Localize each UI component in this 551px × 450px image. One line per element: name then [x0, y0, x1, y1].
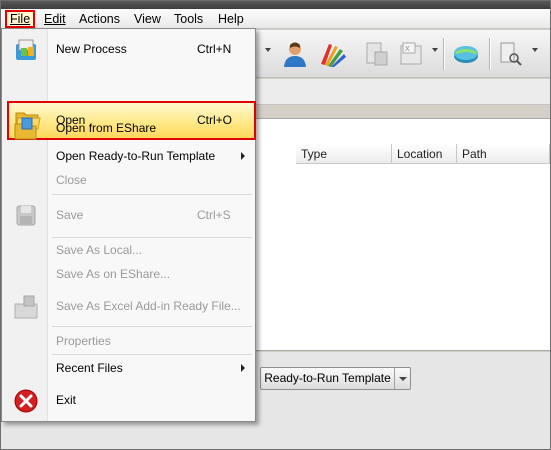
excel-dropdown-arrow-icon[interactable]	[432, 48, 438, 52]
chevron-down-icon[interactable]	[394, 368, 410, 389]
toolbar-separator	[443, 38, 444, 70]
menu-separator	[52, 194, 252, 195]
menu-actions[interactable]: Actions	[76, 10, 123, 28]
menu-item-close[interactable]: Close	[2, 168, 255, 192]
ready-to-run-template-button[interactable]: Ready-to-Run Template	[260, 367, 411, 390]
open-from-eshare-label: Open from EShare	[56, 121, 157, 135]
database-icon[interactable]	[452, 40, 480, 68]
menu-item-recent-files[interactable]: Recent Files	[2, 356, 255, 380]
save-icon	[16, 205, 36, 226]
menu-file-label: File	[10, 12, 31, 26]
menu-item-exit[interactable]: Exit	[2, 388, 255, 413]
submenu-arrow-icon	[241, 152, 245, 160]
save-shortcut: Ctrl+S	[197, 208, 231, 222]
menu-actions-label: Actions	[79, 12, 120, 26]
menu-item-save-as-on-eshare[interactable]: Save As on EShare...	[2, 262, 255, 286]
menu-bar: File Edit Actions View Tools Help	[1, 9, 550, 29]
properties-label: Properties	[56, 334, 111, 348]
file-menu: New Process Ctrl+N Open Ctrl+O Open from…	[1, 28, 256, 422]
save-as-on-eshare-label: Save As on EShare...	[56, 267, 171, 281]
toolbar-dropdown-arrow-icon[interactable]	[265, 48, 271, 52]
document-icon[interactable]	[363, 40, 391, 68]
menu-item-properties[interactable]: Properties	[2, 329, 255, 353]
save-as-local-label: Save As Local...	[56, 243, 143, 257]
menu-item-save-as-local[interactable]: Save As Local...	[2, 238, 255, 262]
title-bar	[1, 1, 550, 9]
toolbar-separator-2	[489, 38, 490, 70]
new-process-text: New Process	[56, 42, 127, 56]
open-ready-to-run-template-label: Open Ready-to-Run Template	[56, 149, 216, 163]
eshare-open-icon	[14, 117, 37, 140]
new-process-shortcut: Ctrl+N	[197, 42, 232, 56]
menu-tools-label: Tools	[174, 12, 204, 26]
exit-label: Exit	[56, 393, 77, 407]
excel-addin-icon	[14, 295, 38, 319]
submenu-arrow-icon	[241, 364, 245, 372]
menu-view[interactable]: View	[131, 10, 164, 28]
recent-files-label: Recent Files	[56, 361, 123, 375]
column-header-path[interactable]: Path	[457, 144, 550, 164]
save-label: Save	[56, 208, 84, 222]
menu-edit[interactable]: Edit	[41, 10, 69, 28]
menu-separator	[52, 354, 252, 355]
menu-item-new-process[interactable]: New Process Ctrl+N	[2, 37, 255, 61]
menu-help[interactable]: Help	[215, 10, 247, 28]
search-document-icon[interactable]	[496, 40, 524, 68]
column-header-type[interactable]: Type	[296, 144, 392, 164]
menu-item-open-ready-to-run-template[interactable]: Open Ready-to-Run Template	[2, 144, 255, 168]
column-header-location[interactable]: Location	[392, 144, 457, 164]
menu-view-label: View	[134, 12, 161, 26]
menu-item-save-as-excel-addin[interactable]: Save As Excel Add-in Ready File...	[2, 294, 255, 319]
menu-file[interactable]: File	[5, 10, 36, 28]
menu-tools[interactable]: Tools	[171, 10, 206, 28]
excel-icon[interactable]: X	[397, 40, 425, 68]
menu-item-save[interactable]: Save Ctrl+S	[2, 203, 255, 227]
exit-icon	[14, 389, 38, 413]
save-as-excel-addin-label: Save As Excel Add-in Ready File...	[56, 299, 241, 313]
user-icon[interactable]	[281, 40, 309, 68]
ready-to-run-template-label: Ready-to-Run Template	[264, 371, 391, 385]
color-palette-icon[interactable]	[319, 40, 347, 68]
close-label: Close	[56, 173, 87, 187]
menu-help-label: Help	[218, 12, 244, 26]
menu-edit-label: Edit	[44, 12, 66, 26]
new-process-icon	[16, 39, 36, 60]
new-process-label: New Process	[56, 37, 127, 61]
menu-separator	[52, 326, 252, 327]
menu-item-open-from-eshare[interactable]: Open from EShare	[2, 116, 255, 140]
search-dropdown-arrow-icon[interactable]	[532, 48, 538, 52]
svg-text:X: X	[405, 46, 410, 53]
